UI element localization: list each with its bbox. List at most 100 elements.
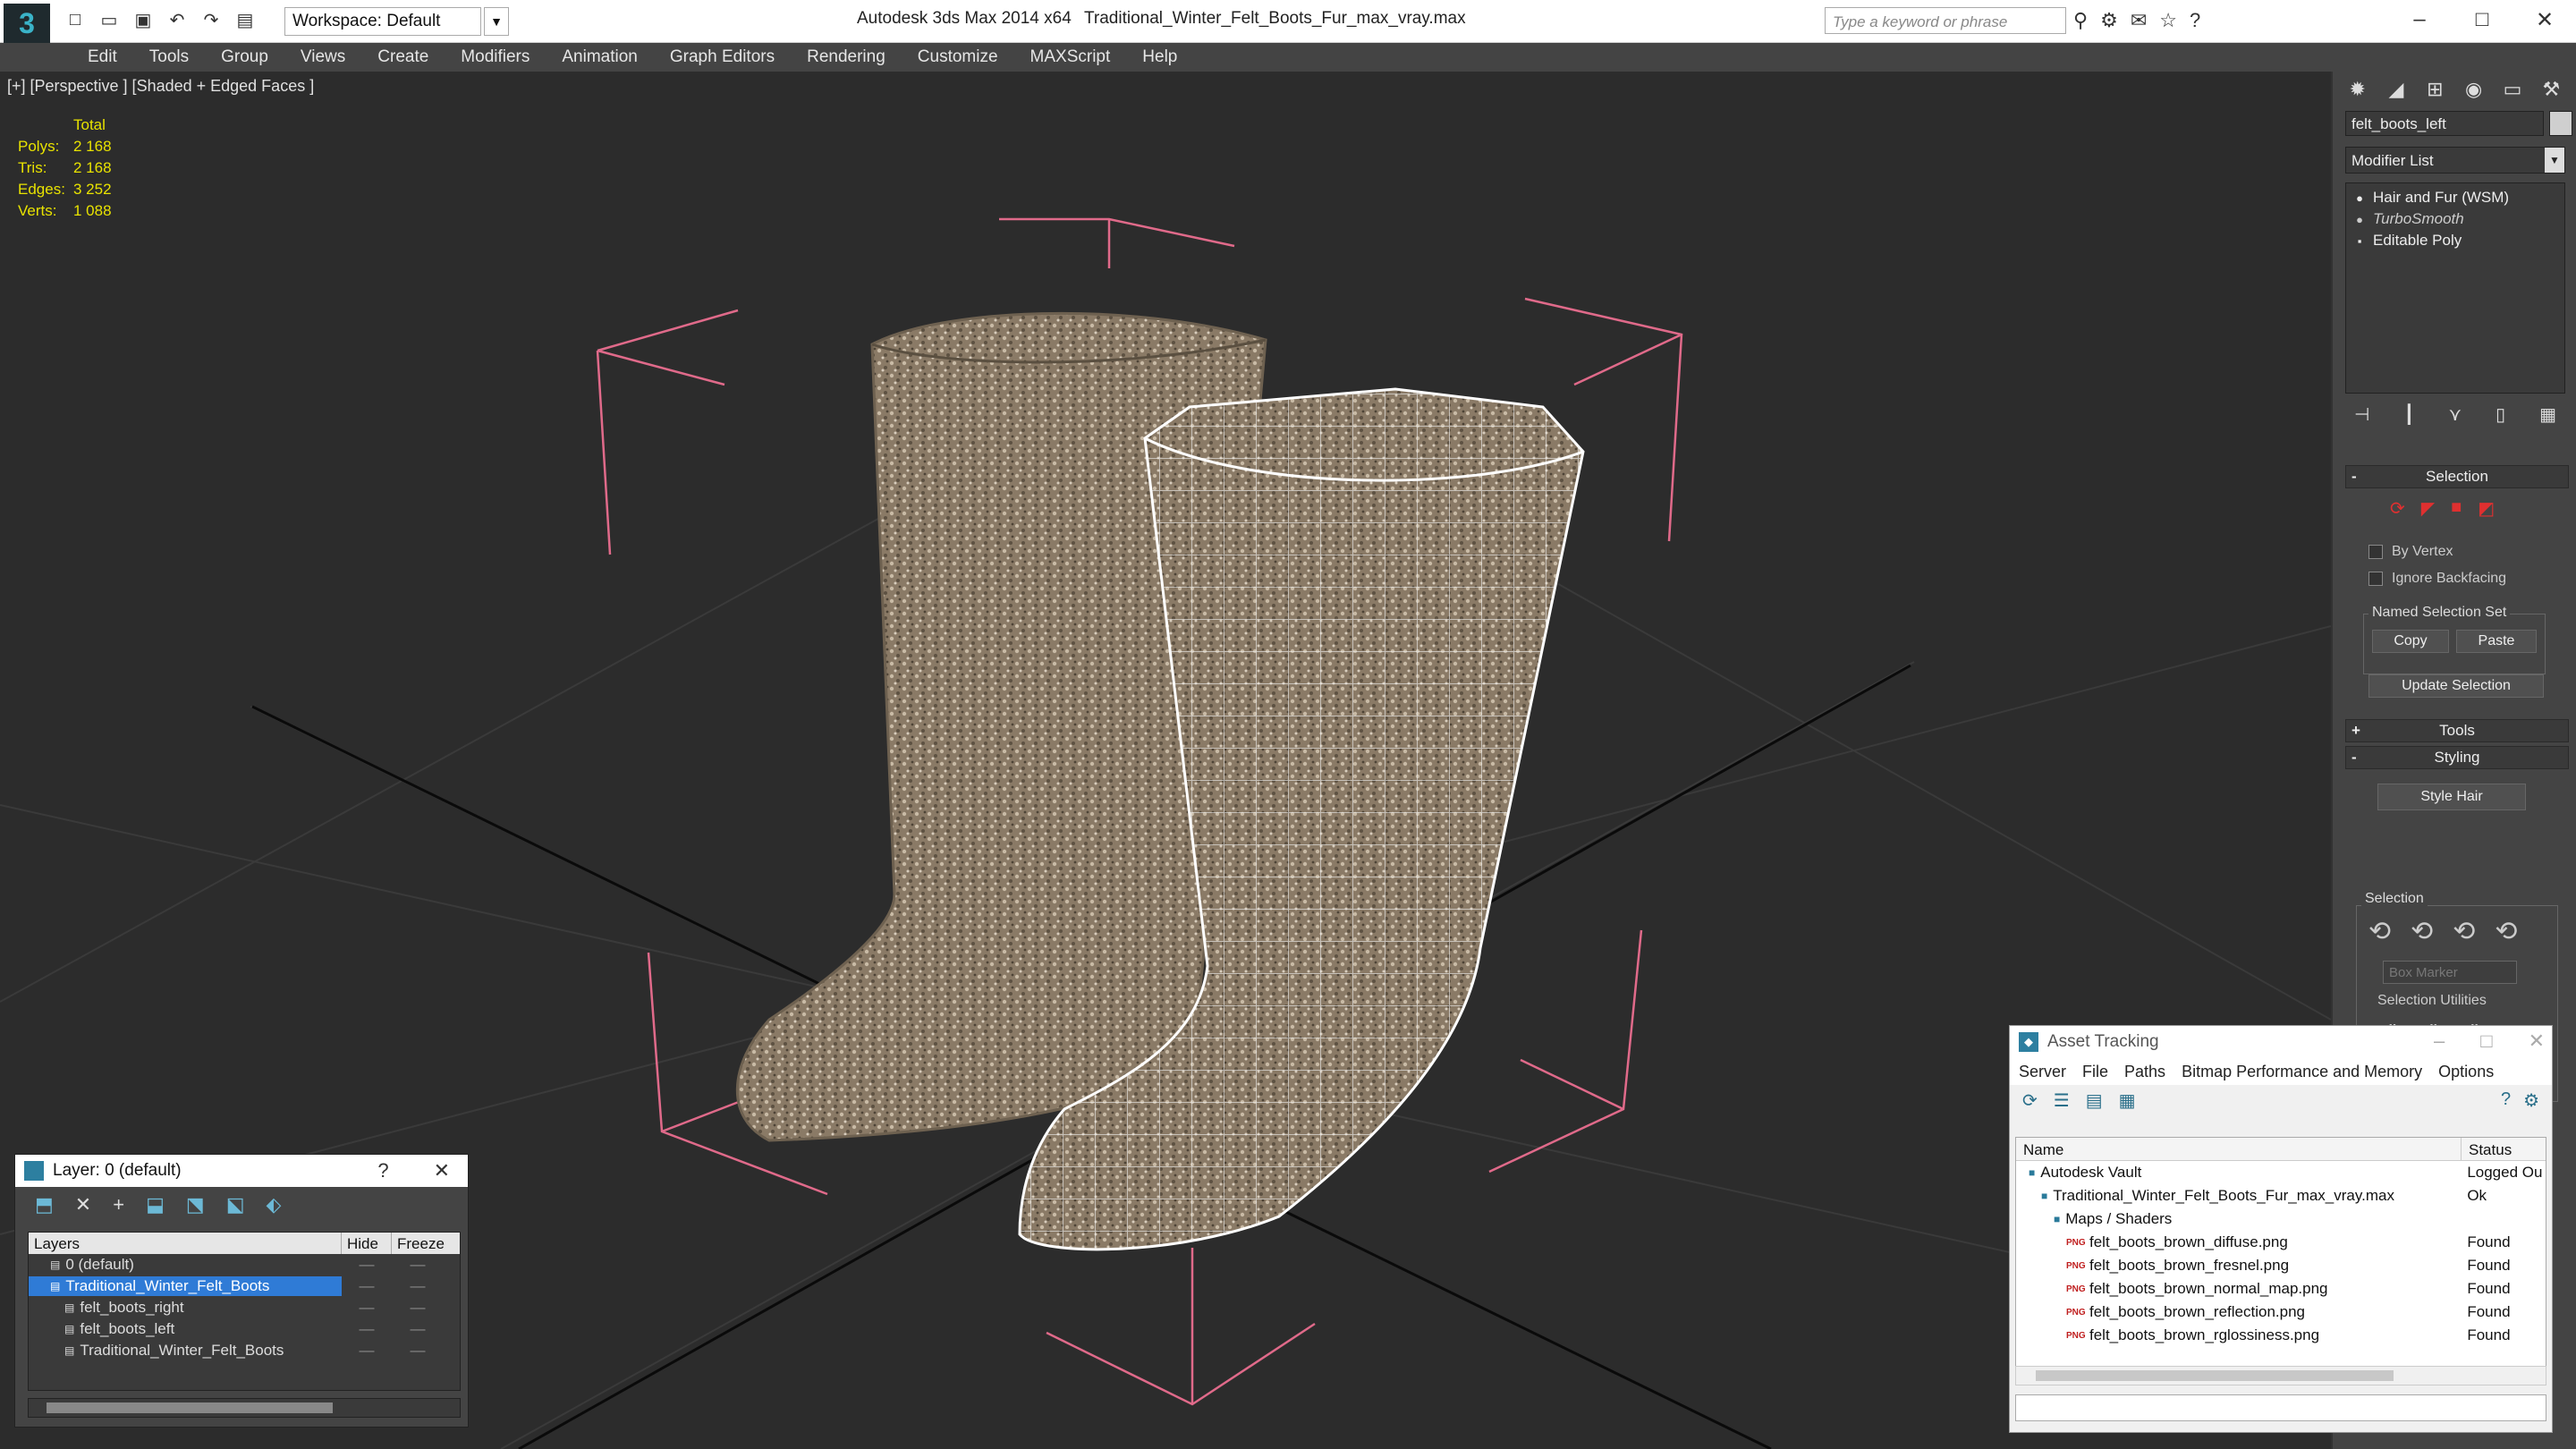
lightbulb-icon[interactable]: ● xyxy=(2353,191,2366,205)
create-layer-icon[interactable]: ⬒ xyxy=(35,1193,54,1216)
project-folder-icon[interactable]: ▤ xyxy=(233,7,258,32)
menu-item-edit[interactable]: Edit xyxy=(72,47,133,67)
communication-icon[interactable]: ✉ xyxy=(2131,9,2147,32)
table-row[interactable]: ■ Traditional_Winter_Felt_Boots_Fur_max_v… xyxy=(2016,1184,2546,1208)
menu-item-maxscript[interactable]: MAXScript xyxy=(1014,47,1127,67)
refresh-icon[interactable]: ⟳ xyxy=(2022,1089,2038,1112)
remove-modifier-icon[interactable]: ▯ xyxy=(2496,403,2505,426)
element-mode-icon[interactable]: ◩ xyxy=(2478,497,2495,520)
chevron-down-icon[interactable]: ▼ xyxy=(2545,148,2564,173)
column-freeze[interactable]: Freeze xyxy=(392,1233,447,1254)
stack-item-turbosmooth[interactable]: ● TurboSmooth xyxy=(2353,208,2557,230)
menu-item-bitmap-performance-and-memory[interactable]: Bitmap Performance and Memory xyxy=(2182,1063,2422,1081)
freeze-toggle[interactable]: — xyxy=(392,1320,444,1338)
by-vertex-checkbox[interactable]: By Vertex xyxy=(2368,544,2453,560)
select-objects-icon[interactable]: ⬓ xyxy=(146,1193,165,1216)
modify-tab-icon[interactable]: ◢ xyxy=(2380,76,2411,103)
display-tab-icon[interactable]: ▭ xyxy=(2496,76,2528,103)
configure-sets-icon[interactable]: ▦ xyxy=(2539,403,2556,426)
column-hide[interactable]: Hide xyxy=(342,1233,392,1254)
hide-toggle[interactable]: — xyxy=(342,1277,392,1295)
new-file-icon[interactable]: □ xyxy=(63,7,88,32)
table-row[interactable]: PNG felt_boots_brown_fresnel.png Found xyxy=(2016,1254,2546,1277)
menu-item-tools[interactable]: Tools xyxy=(133,47,205,67)
select-hair-icon[interactable]: ⟲ xyxy=(2368,916,2391,947)
paste-button[interactable]: Paste xyxy=(2456,630,2537,653)
select-hair-subtract-icon[interactable]: ⟲ xyxy=(2453,916,2475,947)
hide-toggle[interactable]: — xyxy=(342,1320,392,1338)
menu-item-create[interactable]: Create xyxy=(361,47,445,67)
select-hair-add-icon[interactable]: ⟲ xyxy=(2411,916,2433,947)
table-row[interactable]: PNG felt_boots_brown_rglossiness.png Found xyxy=(2016,1324,2546,1347)
maximize-icon[interactable]: □ xyxy=(2451,0,2513,39)
checkbox-box[interactable] xyxy=(2368,545,2383,559)
freeze-toggle[interactable]: — xyxy=(392,1277,444,1295)
hide-toggle[interactable]: — xyxy=(342,1256,392,1274)
box-marker-dropdown[interactable]: Box Marker xyxy=(2383,961,2517,984)
workspace-dropdown[interactable]: Workspace: Default ▼ xyxy=(284,7,509,36)
minimize-icon[interactable]: – xyxy=(2388,0,2451,39)
horizontal-scrollbar[interactable] xyxy=(28,1398,461,1418)
menu-item-file[interactable]: File xyxy=(2082,1063,2108,1081)
table-row[interactable]: PNG felt_boots_brown_reflection.png Found xyxy=(2016,1301,2546,1324)
table-row[interactable]: PNG felt_boots_brown_diffuse.png Found xyxy=(2016,1231,2546,1254)
layer-row[interactable]: ▤ 0 (default) — — xyxy=(29,1254,460,1275)
styling-rollout-header[interactable]: - Styling xyxy=(2345,746,2569,769)
guide-mode-icon[interactable]: ⟳ xyxy=(2390,497,2405,520)
show-end-result-icon[interactable]: ┃ xyxy=(2403,403,2414,426)
freeze-toggle[interactable]: — xyxy=(392,1342,444,1360)
chevron-down-icon[interactable]: ▼ xyxy=(484,7,509,36)
hide-all-icon[interactable]: ⬕ xyxy=(226,1193,245,1216)
delete-layer-icon[interactable]: ✕ xyxy=(75,1193,91,1216)
tree-view-icon[interactable]: ▤ xyxy=(2086,1089,2103,1112)
menu-item-paths[interactable]: Paths xyxy=(2124,1063,2165,1081)
highlight-layer-icon[interactable]: ⬔ xyxy=(186,1193,205,1216)
close-icon[interactable]: ✕ xyxy=(2529,1030,2545,1053)
menu-item-graph-editors[interactable]: Graph Editors xyxy=(654,47,791,67)
checkbox-box[interactable] xyxy=(2368,572,2383,586)
face-mode-icon[interactable]: ◤ xyxy=(2421,497,2435,520)
lightbulb-icon[interactable]: ● xyxy=(2353,213,2366,226)
object-color-swatch[interactable] xyxy=(2549,111,2572,136)
expand-icon[interactable]: ▪ xyxy=(2353,234,2366,248)
menu-item-options[interactable]: Options xyxy=(2438,1063,2494,1081)
tools-rollout-header[interactable]: + Tools xyxy=(2345,719,2569,742)
column-layers[interactable]: Layers xyxy=(29,1233,342,1254)
pin-stack-icon[interactable]: ⊣ xyxy=(2354,403,2369,426)
save-icon[interactable]: ▣ xyxy=(131,7,156,32)
select-hair-invert-icon[interactable]: ⟲ xyxy=(2495,916,2517,947)
close-icon[interactable]: ✕ xyxy=(2513,0,2576,39)
table-row[interactable]: ■ Maps / Shaders xyxy=(2016,1208,2546,1231)
selection-rollout-header[interactable]: - Selection xyxy=(2345,465,2569,488)
scrollbar-thumb[interactable] xyxy=(47,1402,333,1413)
style-hair-button[interactable]: Style Hair xyxy=(2377,784,2526,810)
ignore-backfacing-checkbox[interactable]: Ignore Backfacing xyxy=(2368,571,2506,587)
column-name[interactable]: Name xyxy=(2016,1138,2462,1160)
hierarchy-tab-icon[interactable]: ⊞ xyxy=(2419,76,2451,103)
menu-item-server[interactable]: Server xyxy=(2019,1063,2066,1081)
menu-item-rendering[interactable]: Rendering xyxy=(791,47,902,67)
help-icon[interactable]: ? xyxy=(2190,9,2200,32)
motion-tab-icon[interactable]: ◉ xyxy=(2458,76,2489,103)
table-row[interactable]: PNG felt_boots_brown_normal_map.png Found xyxy=(2016,1277,2546,1301)
horizontal-scrollbar[interactable] xyxy=(2015,1366,2546,1385)
create-tab-icon[interactable]: ✹ xyxy=(2342,76,2373,103)
binoculars-icon[interactable]: ⚲ xyxy=(2073,9,2088,32)
freeze-toggle[interactable]: — xyxy=(392,1256,444,1274)
table-row[interactable]: ■ Autodesk Vault Logged Ou xyxy=(2016,1161,2546,1184)
close-icon[interactable]: ✕ xyxy=(434,1159,450,1182)
object-name-field[interactable]: felt_boots_left xyxy=(2345,111,2544,136)
help-button[interactable]: ? xyxy=(377,1159,388,1182)
hide-toggle[interactable]: — xyxy=(342,1342,392,1360)
make-unique-icon[interactable]: ⋎ xyxy=(2448,403,2462,426)
layer-row[interactable]: ▤ felt_boots_left — — xyxy=(29,1318,460,1340)
freeze-all-icon[interactable]: ⬖ xyxy=(266,1193,281,1216)
column-status[interactable]: Status xyxy=(2462,1138,2519,1160)
add-to-layer-icon[interactable]: + xyxy=(113,1193,124,1216)
subscription-icon[interactable]: ⚙ xyxy=(2100,9,2118,32)
favorites-icon[interactable]: ☆ xyxy=(2159,9,2177,32)
modifier-list-dropdown[interactable]: Modifier List ▼ xyxy=(2345,147,2565,174)
search-input[interactable]: Type a keyword or phrase xyxy=(1825,7,2066,34)
scrollbar-thumb[interactable] xyxy=(2036,1370,2394,1381)
update-selection-button[interactable]: Update Selection xyxy=(2368,674,2544,698)
